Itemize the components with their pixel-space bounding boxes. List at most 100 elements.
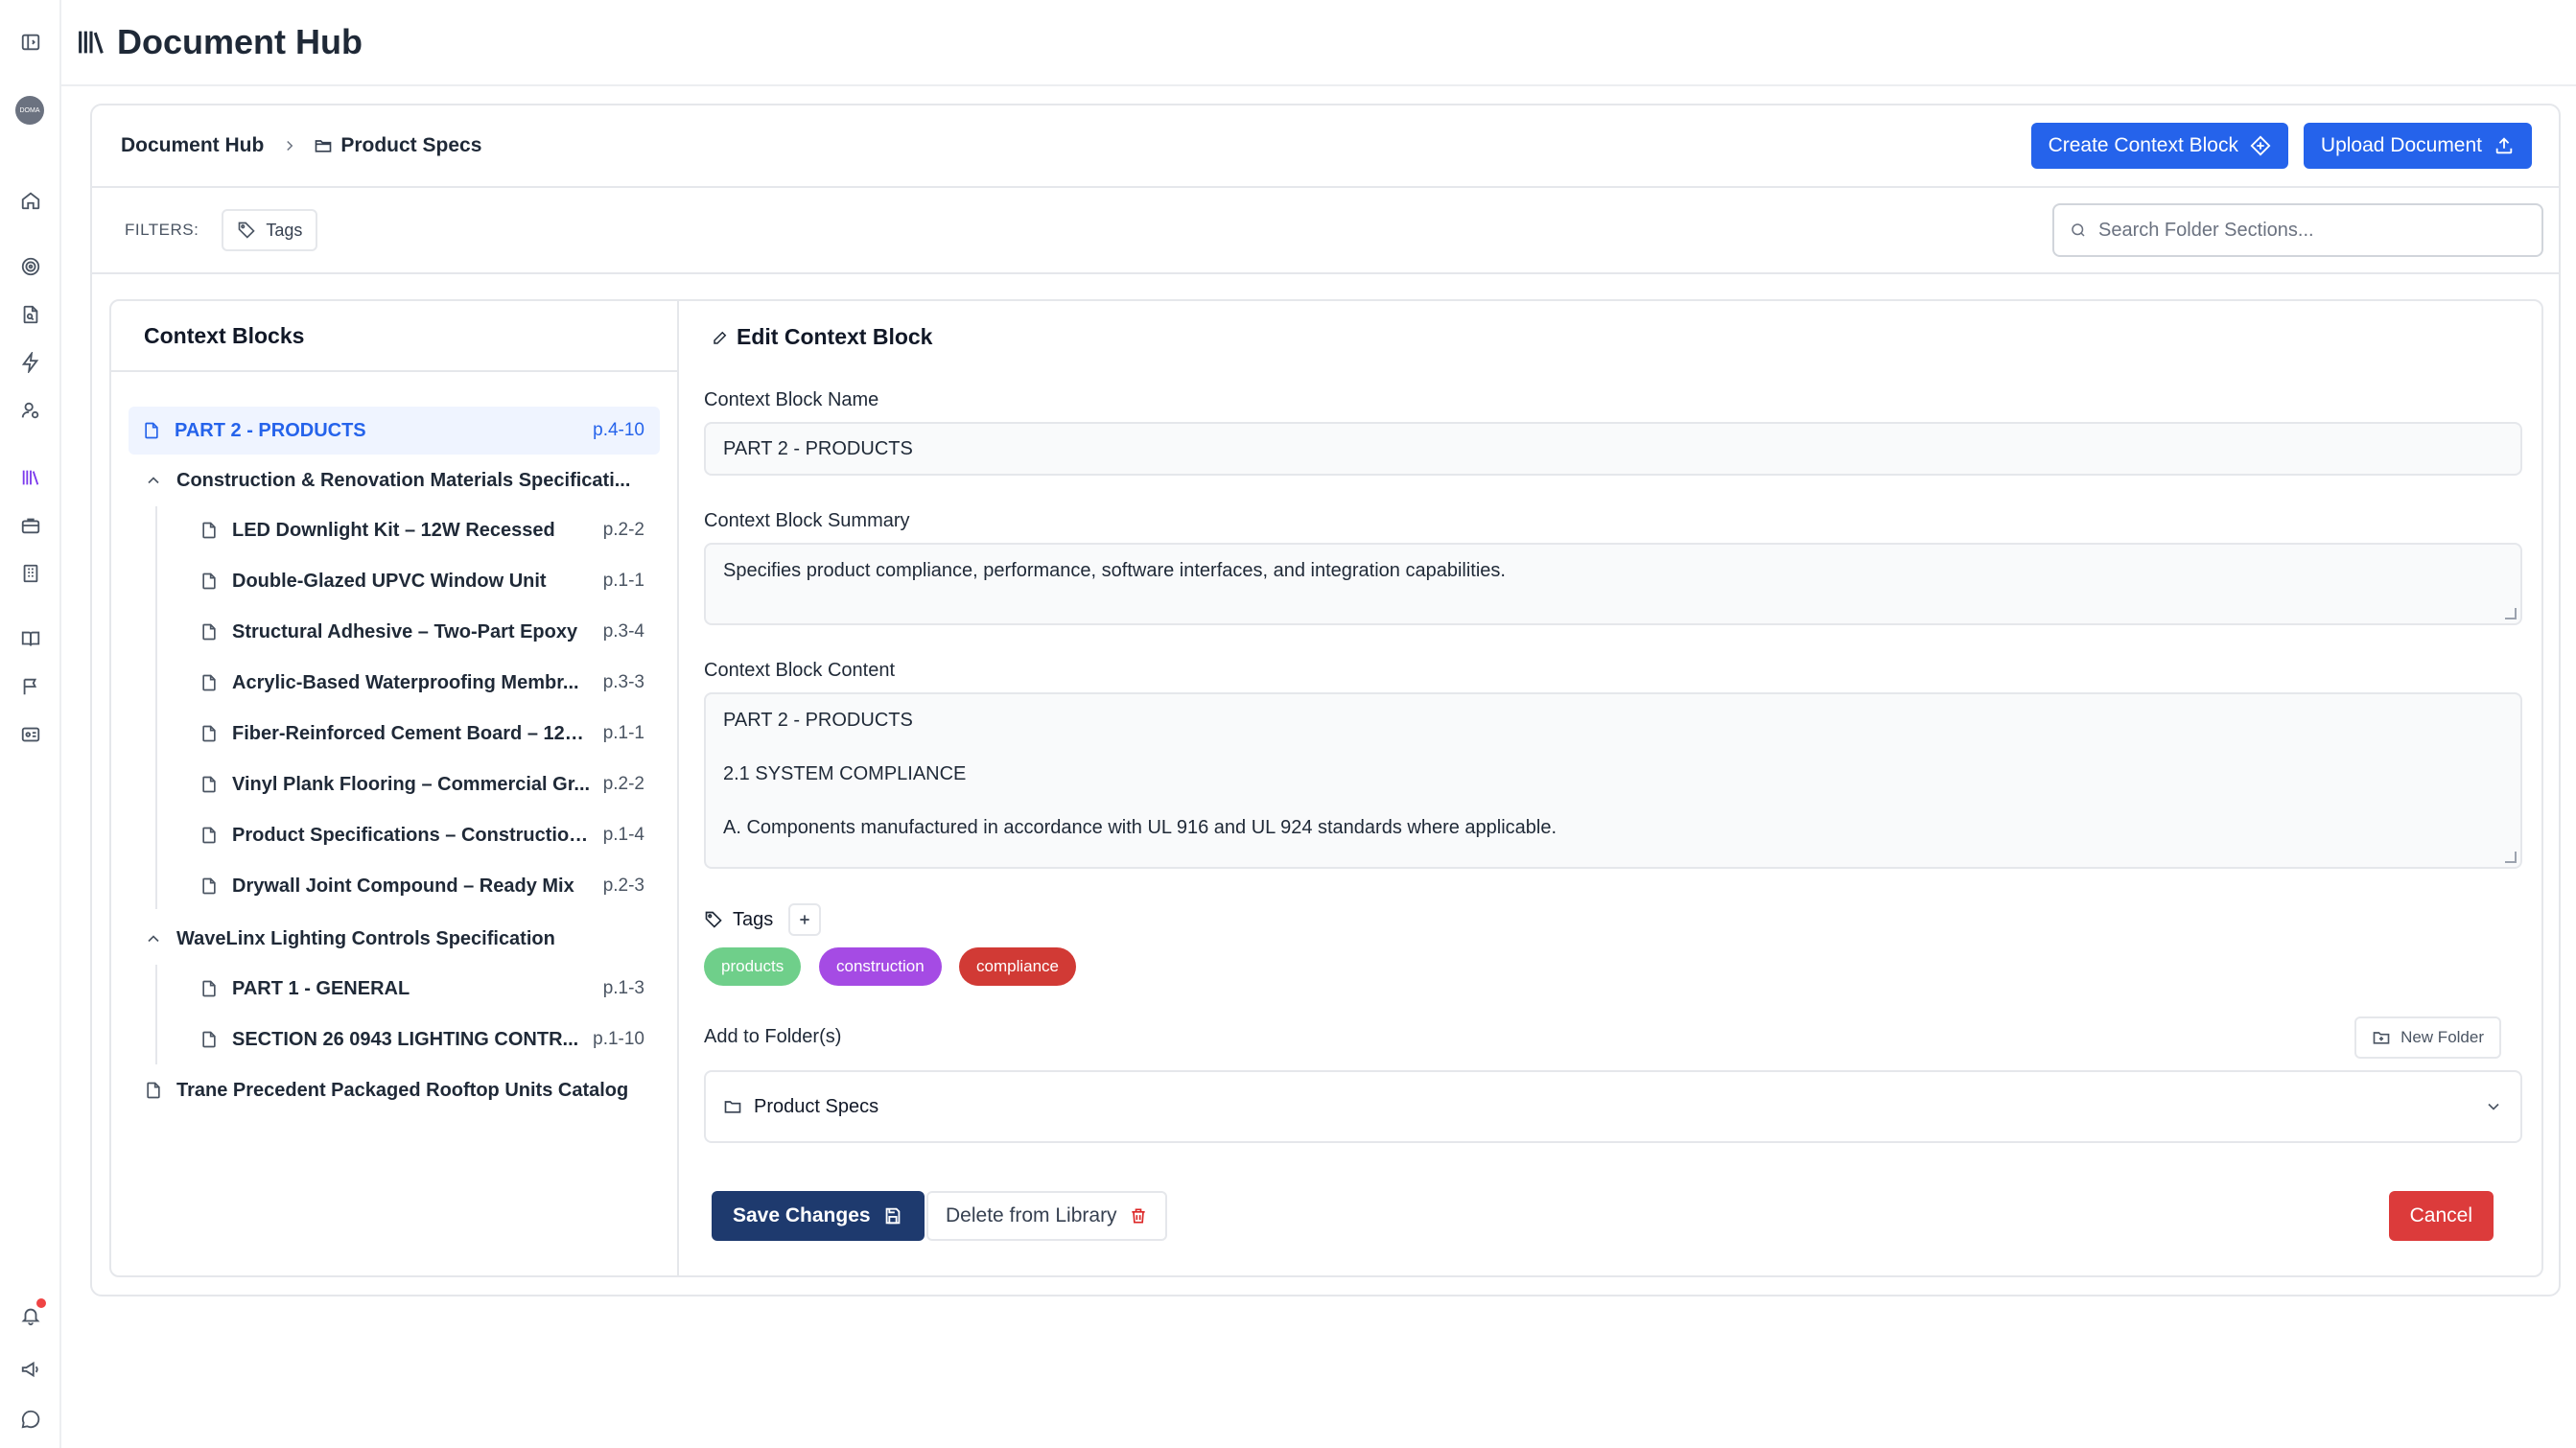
tag-icon	[704, 910, 723, 929]
chevron-down-icon	[2484, 1097, 2503, 1116]
book-icon[interactable]	[17, 625, 44, 652]
delete-label: Delete from Library	[946, 1204, 1117, 1226]
tree-item[interactable]: Vinyl Plank Flooring – Commercial Gr... …	[165, 760, 660, 808]
briefcase-icon[interactable]	[17, 512, 44, 539]
breadcrumb-root[interactable]: Document Hub	[121, 134, 264, 157]
tree-guide	[155, 965, 157, 1064]
new-folder-label: New Folder	[2400, 1028, 2484, 1046]
file-icon	[199, 876, 219, 896]
bell-icon[interactable]	[17, 1296, 48, 1329]
tree-item[interactable]: SECTION 26 0943 LIGHTING CONTR... p.1-10	[165, 1016, 660, 1063]
summary-text: Specifies product compliance, performanc…	[723, 560, 1506, 581]
context-block-content-textarea[interactable]: PART 2 - PRODUCTS 2.1 SYSTEM COMPLIANCE …	[704, 692, 2522, 869]
file-icon	[199, 826, 219, 845]
tree-group-label: WaveLinx Lighting Controls Specification	[176, 927, 555, 949]
tag-pill-compliance[interactable]: compliance	[959, 947, 1076, 986]
tree-item[interactable]: LED Downlight Kit – 12W Recessed p.2-2	[165, 506, 660, 554]
target-icon[interactable]	[17, 253, 44, 280]
add-tag-button[interactable]	[788, 903, 822, 936]
tag-pill-products[interactable]: products	[704, 947, 802, 986]
tree-group-construction[interactable]: Construction & Renovation Materials Spec…	[129, 456, 660, 504]
tree-item-label: Structural Adhesive – Two-Part Epoxy	[232, 620, 578, 642]
tags-filter-label: Tags	[266, 220, 303, 240]
context-block-name-input[interactable]	[704, 422, 2522, 476]
tree-item-label: Trane Precedent Packaged Rooftop Units C…	[176, 1079, 629, 1101]
tags-header: Tags	[704, 903, 822, 936]
content-line: PART 2 - PRODUCTS	[723, 710, 913, 731]
file-icon	[199, 521, 219, 540]
tree-item[interactable]: PART 1 - GENERAL p.1-3	[165, 965, 660, 1013]
file-icon	[199, 622, 219, 642]
create-context-block-label: Create Context Block	[2048, 134, 2238, 156]
folder-select-value: Product Specs	[754, 1095, 879, 1117]
context-blocks-panel: Context Blocks PART 2 - PRODUCTS p.4-10 …	[111, 301, 679, 1275]
edit-title: Edit Context Block	[712, 324, 932, 350]
lightning-icon[interactable]	[17, 349, 44, 376]
tree-item[interactable]: Fiber-Reinforced Cement Board – 12mm p.1…	[165, 710, 660, 758]
tree-item-pages: p.1-10	[593, 1029, 644, 1049]
file-search-icon[interactable]	[17, 301, 44, 328]
breadcrumb: Document Hub Product Specs Create Contex…	[92, 105, 2559, 188]
tree-group-label: Construction & Renovation Materials Spec…	[176, 469, 631, 491]
upload-document-button[interactable]: Upload Document	[2303, 123, 2532, 169]
tree-item-trane[interactable]: Trane Precedent Packaged Rooftop Units C…	[129, 1066, 660, 1114]
tag-pill-construction[interactable]: construction	[819, 947, 942, 986]
file-icon	[199, 979, 219, 998]
user-settings-icon[interactable]	[17, 397, 44, 424]
tree-item-pages: p.2-3	[602, 876, 644, 896]
search-box	[2052, 203, 2543, 257]
tree-item[interactable]: Double-Glazed UPVC Window Unit p.1-1	[165, 557, 660, 605]
file-icon	[199, 673, 219, 692]
tree-item[interactable]: Drywall Joint Compound – Ready Mix p.2-3	[165, 862, 660, 910]
resize-handle-icon[interactable]	[2505, 608, 2517, 619]
resize-handle-icon[interactable]	[2505, 852, 2517, 863]
edit-title-text: Edit Context Block	[737, 324, 933, 349]
plus-icon	[800, 915, 809, 924]
file-icon	[199, 775, 219, 794]
tree-item[interactable]: Product Specifications – Construction...…	[165, 811, 660, 859]
edit-context-block-panel: Edit Context Block Context Block Name Co…	[681, 301, 2541, 1275]
tree-item-pages: p.3-3	[602, 672, 644, 692]
breadcrumb-current: Product Specs	[340, 134, 482, 156]
content-area: Context Blocks PART 2 - PRODUCTS p.4-10 …	[109, 299, 2543, 1277]
file-icon	[199, 1030, 219, 1049]
tree-item-pages: p.4-10	[593, 420, 644, 440]
tree-item-label: LED Downlight Kit – 12W Recessed	[232, 519, 555, 541]
context-block-summary-textarea[interactable]: Specifies product compliance, performanc…	[704, 543, 2522, 625]
tree-item-label: PART 1 - GENERAL	[232, 977, 410, 999]
tree-item-label: Product Specifications – Construction...	[232, 824, 596, 846]
flag-icon[interactable]	[17, 673, 44, 700]
tree-item-label: Double-Glazed UPVC Window Unit	[232, 570, 547, 592]
tree-item-pages: p.1-3	[602, 978, 644, 998]
tree-item-label: Acrylic-Based Waterproofing Membr...	[232, 671, 579, 693]
trash-icon	[1129, 1206, 1148, 1226]
megaphone-icon[interactable]	[17, 1356, 44, 1383]
summary-label: Context Block Summary	[704, 510, 910, 531]
building-icon[interactable]	[17, 560, 44, 587]
filter-bar: FILTERS: Tags	[92, 188, 2559, 274]
cancel-button[interactable]: Cancel	[2388, 1191, 2494, 1241]
toggle-sidebar-icon[interactable]	[17, 29, 44, 56]
id-card-icon[interactable]	[17, 721, 44, 748]
tree-group-wavelinx[interactable]: WaveLinx Lighting Controls Specification	[129, 915, 660, 963]
home-icon[interactable]	[17, 187, 44, 214]
add-to-folder-label: Add to Folder(s)	[704, 1026, 842, 1047]
create-context-block-button[interactable]: Create Context Block	[2030, 123, 2288, 169]
library-icon[interactable]	[17, 464, 44, 491]
tags-filter-button[interactable]: Tags	[222, 209, 318, 251]
chat-icon[interactable]	[17, 1406, 44, 1433]
tree-item[interactable]: Acrylic-Based Waterproofing Membr... p.3…	[165, 659, 660, 707]
avatar[interactable]: DOMA	[15, 96, 44, 125]
delete-from-library-button[interactable]: Delete from Library	[926, 1191, 1167, 1241]
save-changes-button[interactable]: Save Changes	[712, 1191, 925, 1241]
file-icon	[142, 421, 161, 440]
library-logo-icon	[75, 26, 107, 58]
folder-select[interactable]: Product Specs	[704, 1070, 2522, 1143]
tree-item-selected[interactable]: PART 2 - PRODUCTS p.4-10	[129, 407, 660, 455]
search-input[interactable]	[2096, 218, 2518, 243]
new-folder-button[interactable]: New Folder	[2354, 1016, 2501, 1059]
content-label: Context Block Content	[704, 660, 895, 681]
tree-item[interactable]: Structural Adhesive – Two-Part Epoxy p.3…	[165, 608, 660, 656]
file-icon	[144, 1081, 163, 1100]
notification-dot	[35, 1296, 48, 1310]
